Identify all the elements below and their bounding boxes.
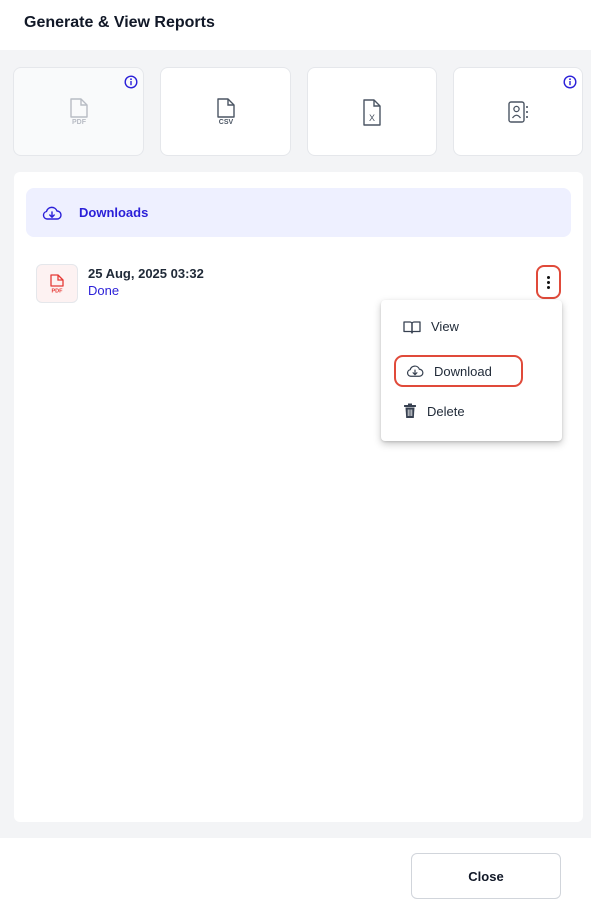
kebab-dot [547, 275, 550, 279]
report-status: Done [88, 283, 120, 298]
menu-item-view[interactable]: View [403, 319, 459, 334]
report-type-contact-card[interactable] [453, 67, 583, 156]
downloads-tab[interactable]: Downloads [26, 188, 571, 237]
pdf-thumbnail: PDF [36, 264, 78, 303]
contact-file-icon [508, 100, 528, 123]
close-button[interactable]: Close [411, 853, 561, 899]
csv-file-icon: CSV [216, 97, 235, 126]
excel-card-text: X [369, 113, 375, 123]
pdf-file-icon: PDF [69, 97, 88, 126]
pdf-thumb-text: PDF [52, 288, 64, 294]
kebab-dot [547, 285, 550, 289]
report-type-csv-card[interactable]: CSV [160, 67, 291, 156]
menu-item-delete-label: Delete [427, 403, 465, 419]
dialog-footer: Close [0, 838, 591, 912]
dialog-header: Generate & View Reports [0, 0, 591, 50]
downloads-label: Downloads [79, 205, 149, 220]
pdf-info-icon[interactable] [124, 75, 138, 89]
menu-item-download-label: Download [434, 363, 492, 379]
dialog-title: Generate & View Reports [24, 14, 215, 31]
context-menu: View Download Delete [381, 300, 562, 441]
more-options-button[interactable] [536, 265, 561, 299]
excel-file-icon: X [363, 98, 381, 126]
kebab-dot [547, 280, 550, 284]
menu-item-view-label: View [431, 319, 459, 334]
menu-item-delete[interactable]: Delete [403, 403, 465, 419]
trash-icon [404, 403, 416, 418]
pdf-file-icon: PDF [50, 273, 64, 294]
csv-card-text: CSV [218, 119, 233, 126]
book-open-icon [403, 320, 421, 334]
pdf-card-text: PDF [72, 119, 87, 126]
report-type-excel-card[interactable]: X [307, 67, 437, 156]
download-list-item: PDF 25 Aug, 2025 03:32 Done [36, 264, 204, 303]
cloud-download-icon [42, 206, 62, 220]
cloud-download-icon [406, 365, 424, 377]
report-date: 25 Aug, 2025 03:32 [88, 266, 204, 281]
menu-item-download[interactable]: Download [394, 355, 523, 387]
report-type-pdf-card[interactable]: PDF [13, 67, 144, 156]
downloads-panel: Downloads PDF 25 Aug, 2025 03:32 Done [14, 172, 583, 822]
contact-info-icon[interactable] [563, 75, 577, 89]
